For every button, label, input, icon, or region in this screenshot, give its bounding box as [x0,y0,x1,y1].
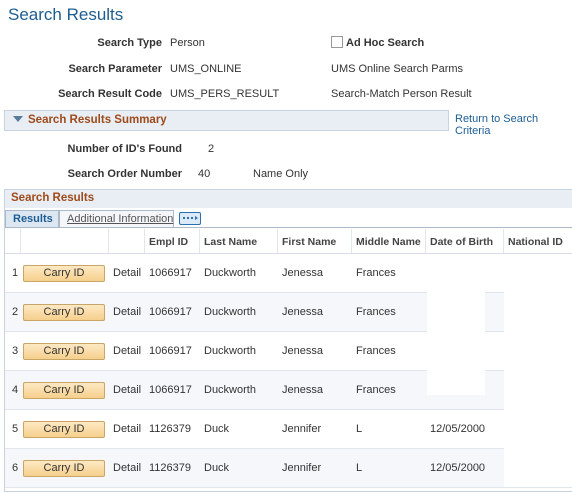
carry-id-button[interactable]: Carry ID [23,382,105,399]
detail-link[interactable]: Detail [113,384,141,396]
row-number: 5 [12,423,19,435]
search-order-description: Name Only [253,168,309,180]
search-parameter-description: UMS Online Search Parms [331,63,464,75]
tab-additional-information-label: Additional Information [67,213,174,225]
first-name-cell: Jenessa [282,306,323,318]
grid-title-bar: Search Results [5,190,572,208]
column-header-date-of-birth[interactable]: Date of Birth [430,236,493,248]
empl-id-cell: 1126379 [149,462,192,474]
page-title: Search Results [8,5,124,24]
search-result-code-value: UMS_PERS_RESULT [170,88,280,100]
search-type-label: Search Type [97,37,162,49]
first-name-cell: Jennifer [282,462,322,474]
ad-hoc-search-checkbox[interactable]: Ad Hoc Search [331,36,424,49]
last-name-cell: Duckworth [204,306,256,318]
column-header-first-name[interactable]: First Name [282,236,336,248]
detail-link[interactable]: Detail [113,462,141,474]
search-result-code-label: Search Result Code [58,88,162,100]
column-header-national-id[interactable]: National ID [508,236,563,248]
first-name-cell: Jenessa [282,267,323,279]
carry-id-button[interactable]: Carry ID [23,343,105,360]
carry-id-button[interactable]: Carry ID [23,460,105,477]
middle-name-cell: L [356,423,363,435]
search-order-number-label: Search Order Number [67,168,182,180]
middle-name-cell: Frances [356,384,396,396]
row-number: 6 [12,462,19,474]
column-header-last-name[interactable]: Last Name [204,236,257,248]
column-header-middle-name[interactable]: Middle Name [356,236,421,248]
first-name-cell: Jenessa [282,345,323,357]
detail-link[interactable]: Detail [113,345,141,357]
row-number: 2 [12,306,19,318]
empl-id-cell: 1066917 [149,384,192,396]
row-number: 1 [12,267,19,279]
detail-link[interactable]: Detail [113,423,141,435]
collapse-triangle-icon[interactable] [13,116,23,122]
middle-name-cell: Frances [356,267,396,279]
detail-link[interactable]: Detail [113,306,141,318]
carry-id-button[interactable]: Carry ID [23,265,105,282]
return-to-search-criteria-link[interactable]: Return to Search Criteria [455,113,572,137]
last-name-cell: Duck [204,462,230,474]
row-number: 4 [12,384,19,396]
tab-additional-information[interactable]: Additional Information [59,210,174,228]
ids-found-value: 2 [208,143,215,155]
middle-name-cell: Frances [356,345,396,357]
empl-id-cell: 1126379 [149,423,192,435]
redacted-block [504,255,572,487]
last-name-cell: Duckworth [204,384,256,396]
search-parameter-label: Search Parameter [68,63,162,75]
middle-name-cell: L [356,462,363,474]
checkbox-icon[interactable] [331,36,343,48]
date-of-birth-cell: 12/05/2000 [430,462,486,474]
row-number: 3 [12,345,19,357]
search-result-code-description: Search-Match Person Result [331,88,472,100]
tab-divider [5,227,572,228]
search-results-summary-header[interactable]: Search Results Summary [4,110,449,131]
summary-header-label: Search Results Summary [28,114,167,126]
last-name-cell: Duck [204,423,230,435]
first-name-cell: Jennifer [282,423,322,435]
carry-id-button[interactable]: Carry ID [23,421,105,438]
date-of-birth-cell: 12/05/2000 [430,423,486,435]
search-parameter-value: UMS_ONLINE [170,63,242,75]
empl-id-cell: 1066917 [149,267,192,279]
last-name-cell: Duckworth [204,345,256,357]
last-name-cell: Duckworth [204,267,256,279]
detail-link[interactable]: Detail [113,267,141,279]
empl-id-cell: 1066917 [149,306,192,318]
first-name-cell: Jenessa [282,384,323,396]
show-all-columns-icon[interactable] [179,212,201,225]
ids-found-label: Number of ID's Found [67,143,182,155]
grid-title: Search Results [11,192,95,204]
carry-id-button[interactable]: Carry ID [23,304,105,321]
middle-name-cell: Frances [356,306,396,318]
search-order-number-value: 40 [198,168,211,180]
ad-hoc-search-label: Ad Hoc Search [346,37,425,49]
column-header-empl-id[interactable]: Empl ID [149,236,188,248]
search-type-value: Person [170,37,205,49]
empl-id-cell: 1066917 [149,345,192,357]
redacted-block [427,255,485,395]
tab-results[interactable]: Results [5,210,59,228]
tab-results-label: Results [13,213,53,225]
